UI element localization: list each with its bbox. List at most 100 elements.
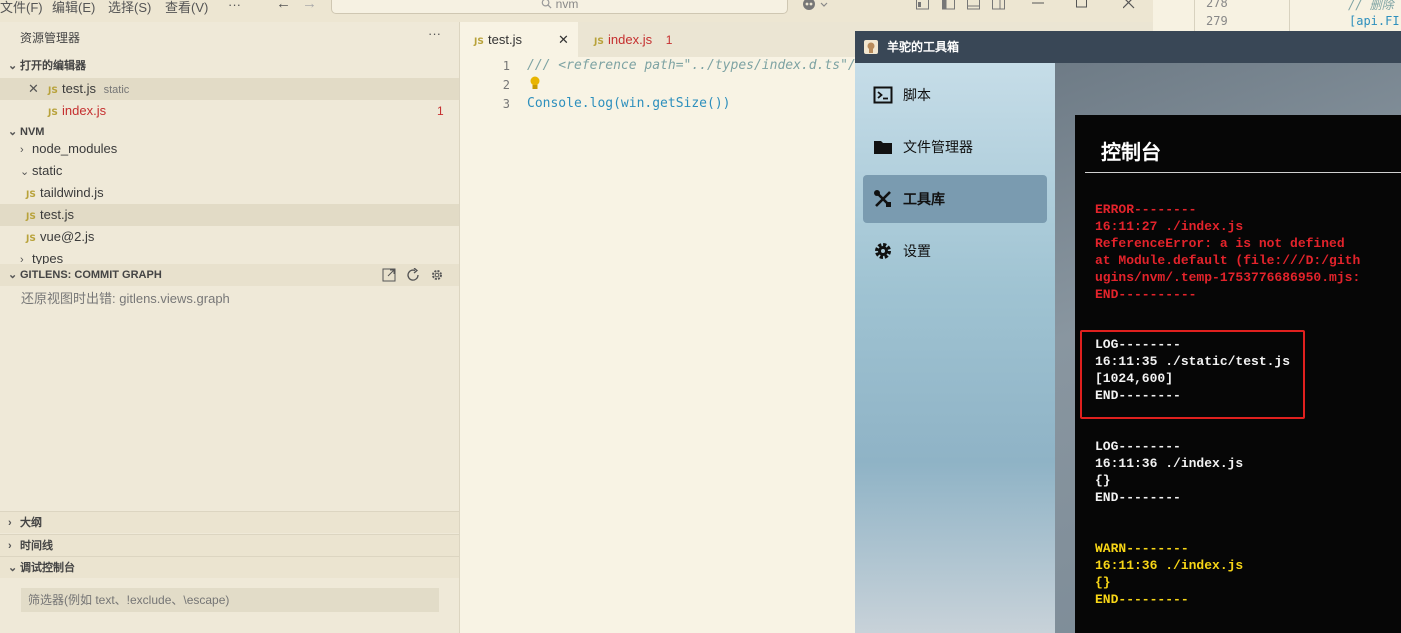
nav-item-settings[interactable]: 设置 (863, 227, 1047, 275)
open-editor-item[interactable]: ✕ JS test.js static (0, 78, 459, 100)
gitlens-error-message: 还原视图时出错: gitlens.views.graph (21, 291, 230, 306)
js-file-icon: JS (474, 37, 484, 47)
menu-selection[interactable]: 选择(S) (108, 0, 151, 16)
debug-console-header[interactable]: ⌄ 调试控制台 (0, 556, 459, 578)
maximize-icon[interactable] (1076, 0, 1088, 8)
explorer-more-button[interactable]: ··· (428, 26, 441, 41)
explorer-sidebar: 资源管理器 ··· ⌄ 打开的编辑器 ✕ JS test.js static JS i… (0, 22, 460, 633)
line-number: 278 (1206, 0, 1228, 10)
console-log-line: ReferenceError: a is not defined (1095, 236, 1345, 251)
console-log-line: WARN-------- (1095, 541, 1189, 556)
tree-item-label: test.js (40, 207, 74, 222)
explorer-title: 资源管理器 (20, 31, 81, 45)
chevron-down-icon: ⌄ (8, 60, 18, 72)
gitlens-label: GITLENS: COMMIT GRAPH (20, 269, 162, 281)
toggle-sidebar-icon[interactable] (942, 0, 955, 10)
nav-item-scripts[interactable]: 脚本 (863, 71, 1047, 119)
nav-label: 文件管理器 (903, 139, 973, 155)
lightbulb-icon[interactable] (529, 76, 541, 92)
settings-gear-icon[interactable] (430, 268, 444, 282)
refresh-icon[interactable] (406, 268, 420, 282)
js-file-icon: JS (594, 37, 604, 47)
code-line: [api.FI (1349, 14, 1400, 28)
app-nav: 脚本 文件管理器 工具库 设置 (855, 63, 1055, 633)
app-title: 羊驼的工具箱 (887, 40, 960, 54)
js-file-icon: JS (26, 190, 36, 200)
open-external-icon[interactable] (382, 268, 396, 282)
alpaca-logo-icon (864, 40, 878, 54)
nav-label: 设置 (903, 243, 931, 259)
outline-header[interactable]: › 大纲 (0, 511, 459, 533)
outline-label: 大纲 (20, 517, 42, 529)
menu-more[interactable]: ··· (228, 0, 241, 12)
layout-icon[interactable] (916, 0, 929, 10)
tree-item-folder[interactable]: ⌄ static (0, 160, 459, 182)
open-editor-folder: static (103, 84, 130, 96)
tree-item-file[interactable]: JS test.js (0, 204, 459, 226)
console-log-line: END-------- (1095, 388, 1181, 403)
chevron-right-icon: › (20, 254, 24, 264)
tab-test-js[interactable]: JS test.js ✕ (460, 22, 578, 57)
console-log-line: END-------- (1095, 490, 1181, 505)
search-icon (541, 0, 552, 9)
console-log-line: {} (1095, 473, 1111, 488)
tree-item-folder[interactable]: › types (0, 248, 459, 264)
tree-item-folder[interactable]: › node_modules (0, 138, 459, 160)
command-search-box[interactable]: nvm (331, 0, 788, 14)
nav-item-tools[interactable]: 工具库 (863, 175, 1047, 223)
close-editor-icon[interactable]: ✕ (28, 78, 39, 100)
nav-label: 工具库 (903, 191, 945, 207)
console-log-line: [1024,600] (1095, 371, 1174, 386)
project-label: NVM (20, 126, 45, 138)
toggle-panel-icon[interactable] (967, 0, 980, 10)
console-log-line: LOG-------- (1095, 439, 1181, 454)
open-editor-item[interactable]: JS index.js 1 (0, 100, 459, 122)
app-title-bar: 羊驼的工具箱 (855, 31, 1401, 63)
debug-console-label: 调试控制台 (20, 562, 75, 574)
console-log-line: 16:11:36 ./index.js (1095, 456, 1244, 471)
tree-item-label: node_modules (32, 141, 118, 156)
menu-file[interactable]: 文件(F) (0, 0, 43, 16)
open-editors-header[interactable]: ⌄ 打开的编辑器 (0, 55, 459, 77)
close-window-icon[interactable] (1123, 0, 1135, 9)
nav-label: 脚本 (903, 87, 931, 103)
chevron-down-icon: ⌄ (20, 166, 30, 178)
menu-edit[interactable]: 编辑(E) (52, 0, 95, 16)
console-log-line: ugins/nvm/.temp-1753776686950.mjs: (1095, 270, 1361, 285)
menu-view[interactable]: 查看(V) (165, 0, 208, 16)
debug-filter-input[interactable] (21, 588, 439, 612)
code-line: // 删除 (1348, 0, 1394, 12)
gitlens-header[interactable]: ⌄ GITLENS: COMMIT GRAPH (0, 264, 459, 286)
console-log-line: END---------- (1095, 287, 1197, 302)
tree-item-label: taildwind.js (40, 185, 104, 200)
console-log-line: 16:11:27 ./index.js (1095, 219, 1244, 234)
console-title: 控制台 (1101, 142, 1161, 164)
divider (1289, 0, 1290, 31)
timeline-header[interactable]: › 时间线 (0, 534, 459, 556)
toggle-secondary-sidebar-icon[interactable] (992, 0, 1005, 10)
console-log-line: LOG-------- (1095, 337, 1181, 352)
forward-arrow-icon[interactable]: → (302, 0, 317, 12)
terminal-icon (873, 86, 893, 104)
timeline-label: 时间线 (20, 540, 53, 552)
line-number: 1 (502, 59, 510, 73)
chevron-right-icon: › (8, 517, 12, 529)
back-arrow-icon[interactable]: ← (276, 0, 291, 12)
problem-count-badge: 1 (437, 104, 444, 118)
copilot-icon[interactable] (801, 0, 829, 12)
open-editors-label: 打开的编辑器 (20, 60, 86, 72)
console-log-line: ERROR-------- (1095, 202, 1197, 217)
problem-count-badge: 1 (665, 33, 673, 47)
tree-item-file[interactable]: JS taildwind.js (0, 182, 459, 204)
close-tab-icon[interactable]: ✕ (558, 22, 569, 57)
minimize-icon[interactable] (1032, 2, 1044, 4)
console-divider (1085, 172, 1401, 173)
chevron-right-icon: › (8, 540, 12, 552)
folder-icon (874, 141, 892, 154)
tab-label: index.js (608, 32, 653, 47)
tab-index-js[interactable]: JS index.js 1 (580, 22, 690, 57)
tree-item-label: static (32, 163, 63, 178)
tree-item-file[interactable]: JS vue@2.js (0, 226, 459, 248)
line-number: 2 (502, 78, 510, 92)
nav-item-file-manager[interactable]: 文件管理器 (863, 123, 1047, 171)
